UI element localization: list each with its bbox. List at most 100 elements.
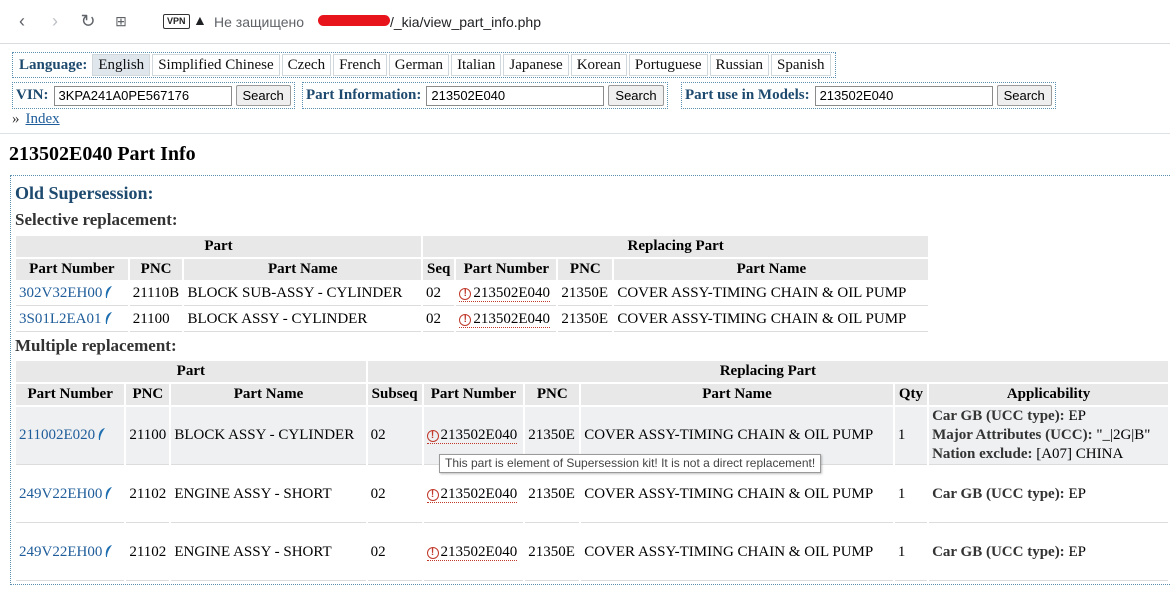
language-label: Language: — [19, 56, 88, 73]
replacing-part-number-cell[interactable]: ! 213502E040 — [456, 308, 557, 332]
part-number-link[interactable]: 249V22EH00 — [19, 486, 102, 502]
feather-icon[interactable] — [104, 544, 113, 558]
part-number-cell[interactable]: 211002E020 — [16, 407, 125, 465]
col-replacing-pnc: PNC — [525, 384, 580, 405]
part-use-input[interactable]: 213502E040 — [814, 85, 993, 106]
seq-cell: 02 — [423, 308, 455, 332]
subseq-cell: 02 — [367, 525, 422, 581]
feather-icon[interactable] — [104, 311, 113, 325]
redacted-host — [318, 15, 390, 26]
col-pnc: PNC — [129, 259, 183, 280]
breadcrumb-separator: » — [12, 111, 20, 127]
vin-search-button[interactable]: Search — [235, 85, 291, 106]
replacing-part-number-cell[interactable]: ! 213502E040 — [456, 282, 557, 306]
group-header-replacing: Replacing Part — [367, 361, 1168, 382]
replacing-part-name-cell: COVER ASSY-TIMING CHAIN & OIL PUMP — [581, 467, 893, 523]
lang-italian[interactable]: Italian — [451, 54, 502, 76]
col-part-name: Part Name — [184, 259, 421, 280]
table-row: 249V22EH00 21102 ENGINE ASSY - SHORT 02 … — [16, 525, 1168, 581]
lang-czech[interactable]: Czech — [281, 54, 332, 76]
reload-icon[interactable]: ↻ — [77, 10, 99, 32]
pnc-cell: 21100 — [129, 308, 183, 332]
feather-icon[interactable] — [104, 285, 113, 299]
pnc-cell: 21102 — [126, 525, 170, 581]
part-number-cell[interactable]: 249V22EH00 — [16, 525, 125, 581]
table-row: 249V22EH00 21102 ENGINE ASSY - SHORT 02 … — [16, 467, 1168, 523]
pnc-cell: 21110B — [129, 282, 183, 306]
applicability-label: Car GB (UCC type): — [932, 544, 1065, 560]
lang-german[interactable]: German — [388, 54, 450, 76]
supersession-kit-tooltip: This part is element of Supersession kit… — [439, 454, 822, 473]
replacing-part-link[interactable]: 213502E040 — [473, 285, 550, 301]
col-replacing-part-number: Part Number — [423, 384, 524, 405]
forward-arrow-icon[interactable]: › — [44, 10, 66, 32]
col-part-number: Part Number — [16, 384, 125, 405]
lang-spanish[interactable]: Spanish — [771, 54, 831, 76]
group-header-part: Part — [16, 236, 421, 257]
col-qty: Qty — [894, 384, 928, 405]
page-title: 213502E040 Part Info — [9, 143, 196, 165]
insecure-label[interactable]: Не защищено — [214, 14, 304, 30]
part-number-cell[interactable]: 249V22EH00 — [16, 467, 125, 523]
lang-simplified-chinese[interactable]: Simplified Chinese — [152, 54, 280, 76]
col-seq: Seq — [423, 259, 455, 280]
part-number-link[interactable]: 211002E020 — [19, 427, 95, 443]
lang-french[interactable]: French — [333, 54, 387, 76]
exclamation-circle-icon[interactable]: ! — [426, 430, 439, 442]
replacing-part-number-cell[interactable]: ! 213502E040 — [423, 525, 524, 581]
part-number-cell[interactable]: 302V32EH00 — [16, 282, 128, 306]
feather-icon[interactable] — [104, 486, 113, 500]
lang-english[interactable]: English — [92, 54, 151, 76]
part-number-cell[interactable]: 3S01L2EA01 — [16, 308, 128, 332]
url-path[interactable]: /_kia/view_part_info.php — [390, 14, 541, 30]
part-use-search: Part use in Models: 213502E040 Search — [681, 82, 1056, 109]
replacing-part-link[interactable]: 213502E040 — [441, 427, 518, 443]
exclamation-circle-icon[interactable]: ! — [459, 314, 472, 326]
seq-cell: 02 — [423, 282, 455, 306]
part-use-label: Part use in Models: — [685, 87, 810, 103]
back-arrow-icon[interactable]: ‹ — [11, 10, 33, 32]
part-name-cell: ENGINE ASSY - SHORT — [171, 467, 366, 523]
col-pnc: PNC — [126, 384, 170, 405]
exclamation-circle-icon[interactable]: ! — [459, 288, 472, 300]
apps-grid-icon[interactable]: ⊞ — [110, 10, 132, 32]
part-number-link[interactable]: 3S01L2EA01 — [19, 311, 102, 327]
replacing-part-number-cell[interactable]: ! 213502E040 — [423, 467, 524, 523]
applicability-cell: Car GB (UCC type): EP Major Attributes (… — [929, 407, 1168, 465]
selective-replacement-title: Selective replacement: — [15, 210, 178, 229]
breadcrumb: » Index — [12, 111, 60, 128]
applicability-cell: Car GB (UCC type): EP — [929, 525, 1168, 581]
part-number-link[interactable]: 249V22EH00 — [19, 544, 102, 560]
replacing-part-name-cell: COVER ASSY-TIMING CHAIN & OIL PUMP — [614, 308, 929, 332]
applicability-label: Car GB (UCC type): — [932, 486, 1065, 502]
exclamation-circle-icon[interactable]: ! — [426, 547, 439, 559]
applicability-value: "_|2G|B" — [1096, 427, 1151, 443]
lang-japanese[interactable]: Japanese — [503, 54, 569, 76]
replacing-part-link[interactable]: 213502E040 — [441, 544, 518, 560]
feather-icon[interactable] — [97, 427, 106, 441]
replacing-part-link[interactable]: 213502E040 — [473, 311, 550, 327]
col-replacing-part-number: Part Number — [456, 259, 557, 280]
warning-icon[interactable]: ▲ — [193, 12, 207, 28]
replacing-pnc-cell: 21350E — [558, 282, 613, 306]
applicability-value: EP — [1068, 408, 1086, 424]
index-link[interactable]: Index — [26, 111, 60, 127]
col-part-number: Part Number — [16, 259, 128, 280]
pnc-cell: 21102 — [126, 467, 170, 523]
lang-portuguese[interactable]: Portuguese — [628, 54, 708, 76]
vin-input[interactable]: 3KPA241A0PE567176 — [53, 85, 232, 106]
table-row: 3S01L2EA01 21100 BLOCK ASSY - CYLINDER 0… — [16, 308, 929, 332]
replacing-part-link[interactable]: 213502E040 — [441, 486, 518, 502]
part-info-search: Part Information: 213502E040 Search — [302, 82, 668, 109]
vin-search: VIN: 3KPA241A0PE567176 Search — [12, 82, 295, 109]
lang-korean[interactable]: Korean — [570, 54, 627, 76]
exclamation-circle-icon[interactable]: ! — [426, 489, 439, 501]
vpn-badge[interactable]: VPN — [163, 14, 190, 29]
qty-cell: 1 — [894, 407, 928, 465]
part-name-cell: BLOCK ASSY - CYLINDER — [184, 308, 421, 332]
part-use-search-button[interactable]: Search — [996, 85, 1052, 106]
lang-russian[interactable]: Russian — [709, 54, 770, 76]
part-number-link[interactable]: 302V32EH00 — [19, 285, 102, 301]
part-info-search-button[interactable]: Search — [608, 85, 664, 106]
part-info-input[interactable]: 213502E040 — [426, 85, 605, 106]
